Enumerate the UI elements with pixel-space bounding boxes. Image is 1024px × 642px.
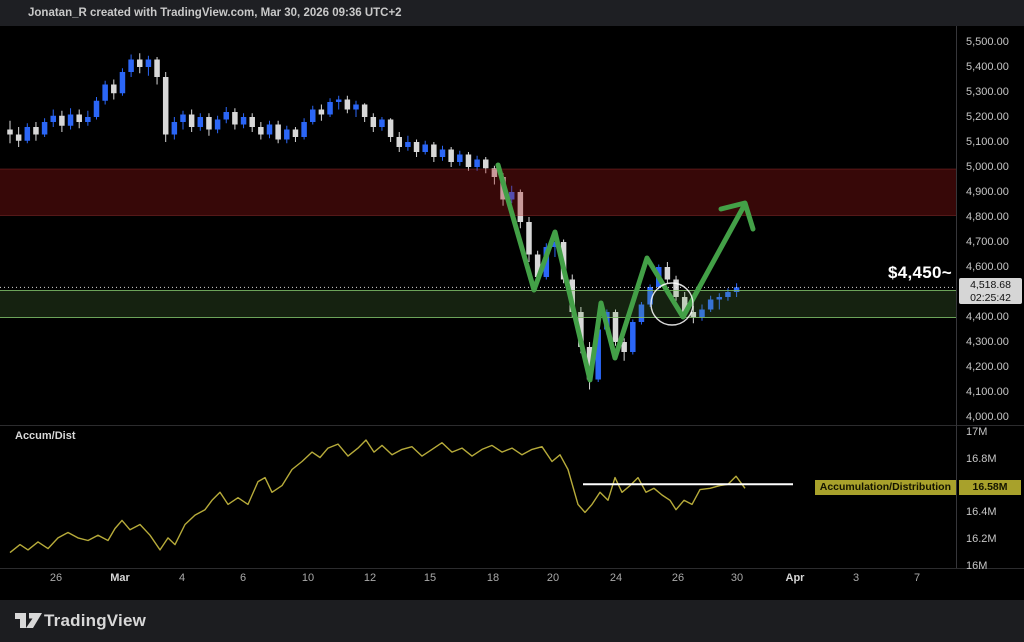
price-axis-label: 4,600.00 (966, 261, 1009, 273)
tradingview-wordmark[interactable]: TradingView (44, 611, 146, 631)
price-axis-label: 4,200.00 (966, 361, 1009, 373)
price-axis-label: 5,400.00 (966, 61, 1009, 73)
indicator-axis-label: 16.8M (966, 453, 997, 465)
time-axis-label: 10 (302, 572, 314, 584)
time-axis-label: 30 (731, 572, 743, 584)
price-axis-label: 4,900.00 (966, 186, 1009, 198)
time-axis-label: 7 (914, 572, 920, 584)
price-axis-label: 4,100.00 (966, 386, 1009, 398)
price-axis-label: 5,500.00 (966, 36, 1009, 48)
chart-credit-bar: Jonatan_R created with TradingView.com, … (0, 0, 1024, 26)
price-axis-label: 4,800.00 (966, 211, 1009, 223)
last-price-value: 4,518.68 (959, 279, 1022, 292)
indicator-name-badge: Accumulation/Distribution (815, 480, 956, 495)
time-axis-label: 26 (672, 572, 684, 584)
price-axis-label: 4,000.00 (966, 411, 1009, 423)
chart-area[interactable]: 5,500.00 5,400.00 5,300.00 5,200.00 5,100.00… (0, 26, 1024, 600)
price-axis-label: 4,700.00 (966, 236, 1009, 248)
indicator-title[interactable]: Accum/Dist (15, 430, 76, 442)
price-axis-label: 4,300.00 (966, 336, 1009, 348)
time-axis-label: 15 (424, 572, 436, 584)
indicator-axis-label: 16M (966, 560, 987, 572)
time-axis-label: 6 (240, 572, 246, 584)
time-axis-label: 18 (487, 572, 499, 584)
footer-bar: TradingView (0, 600, 1024, 642)
panel-separator[interactable] (0, 425, 1024, 426)
price-axis-label: 5,200.00 (966, 111, 1009, 123)
chart-credit-text: Jonatan_R created with TradingView.com, … (28, 7, 402, 19)
price-axis-label: 5,300.00 (966, 86, 1009, 98)
time-axis-separator (0, 568, 1024, 569)
last-price-badge: 4,518.68 02:25:42 (959, 278, 1022, 304)
indicator-axis-label: 16.2M (966, 533, 997, 545)
tradingview-logo-icon[interactable] (14, 611, 44, 631)
price-axis-label: 5,100.00 (966, 136, 1009, 148)
price-axis-label: 4,400.00 (966, 311, 1009, 323)
indicator-axis-label: 16.4M (966, 506, 997, 518)
indicator-value-badge: 16.58M (959, 480, 1021, 495)
tradingview-snapshot: Jonatan_R created with TradingView.com, … (0, 0, 1024, 642)
time-axis-label: 24 (610, 572, 622, 584)
indicator-axis-label: 17M (966, 426, 987, 438)
price-target-annotation[interactable]: $4,450~ (888, 263, 952, 283)
time-axis-label: Apr (786, 572, 805, 584)
time-axis-label: 4 (179, 572, 185, 584)
time-axis-label: Mar (110, 572, 130, 584)
price-axis-label: 5,000.00 (966, 161, 1009, 173)
price-panel-canvas[interactable] (0, 26, 956, 425)
candle-countdown: 02:25:42 (959, 292, 1022, 305)
price-axis-border (956, 26, 957, 568)
time-axis-label: 12 (364, 572, 376, 584)
indicator-panel-canvas[interactable] (0, 425, 956, 568)
time-axis-label: 26 (50, 572, 62, 584)
time-axis-label: 3 (853, 572, 859, 584)
time-axis-label: 20 (547, 572, 559, 584)
